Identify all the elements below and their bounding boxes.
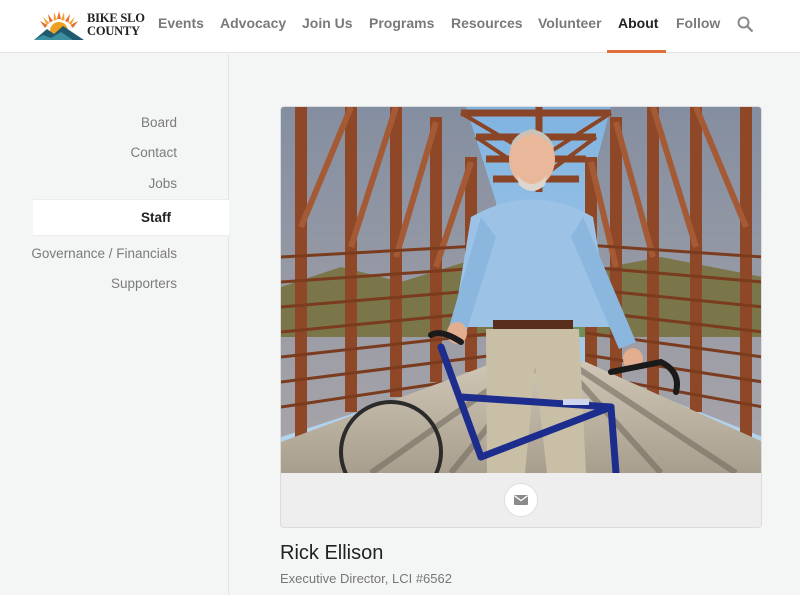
main-nav: Events Advocacy Join Us Programs Resourc… (0, 0, 800, 53)
sidebar-item-staff-label: Staff (141, 210, 171, 225)
staff-photo (281, 107, 761, 473)
sidebar-item-jobs[interactable]: Jobs (148, 176, 177, 191)
nav-item-join-us[interactable]: Join Us (302, 15, 353, 35)
nav-item-resources[interactable]: Resources (451, 15, 523, 35)
nav-item-advocacy[interactable]: Advocacy (220, 15, 286, 35)
staff-card (280, 106, 762, 528)
search-icon[interactable] (737, 16, 753, 32)
nav-item-follow[interactable]: Follow (676, 15, 720, 35)
staff-name: Rick Ellison (280, 542, 384, 564)
nav-active-indicator (607, 50, 666, 53)
nav-item-volunteer[interactable]: Volunteer (538, 15, 602, 35)
nav-item-about[interactable]: About (618, 15, 658, 35)
about-sidebar: Board Contact Jobs Staff Governance / Fi… (0, 54, 229, 595)
sidebar-item-supporters[interactable]: Supporters (111, 276, 177, 291)
envelope-icon (514, 495, 528, 505)
sidebar-item-staff[interactable]: Staff (33, 199, 229, 236)
site-header: BIKE SLO COUNTY Events Advocacy Join Us … (0, 0, 800, 53)
email-button[interactable] (504, 483, 538, 517)
staff-card-footer (281, 473, 761, 527)
nav-item-programs[interactable]: Programs (369, 15, 434, 35)
sidebar-item-contact[interactable]: Contact (130, 145, 177, 160)
nav-item-events[interactable]: Events (158, 15, 204, 35)
staff-title: Executive Director, LCI #6562 (280, 571, 452, 586)
sidebar-item-governance-financials[interactable]: Governance / Financials (31, 246, 177, 261)
sidebar-item-board[interactable]: Board (141, 115, 177, 130)
